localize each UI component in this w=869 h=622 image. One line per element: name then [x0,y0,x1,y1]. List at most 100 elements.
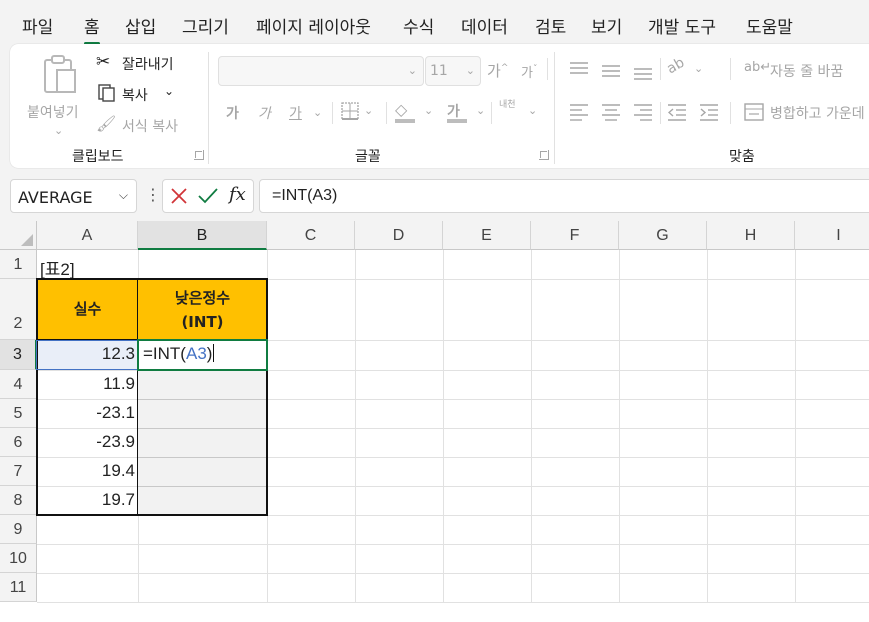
ribbon: 붙여넣기 ⌄ ✂ 잘라내기 복사 ⌄ 🖌 서식 복사 클립보드 ⌄ 11 ⌄ 가… [10,44,869,168]
tab-developer[interactable]: 개발 도구 [648,13,716,38]
align-middle-icon[interactable] [602,63,622,79]
tab-insert[interactable]: 삽입 [125,13,156,38]
chevron-down-icon: ⌄ [528,104,538,117]
align-bottom-icon[interactable] [634,66,654,82]
cell-a5[interactable]: -23.1 [37,403,138,423]
clipboard-launcher-icon[interactable] [194,150,204,160]
chevron-down-icon: ⌄ [465,64,475,77]
column-header-f[interactable]: F [531,221,619,250]
more-options-icon[interactable]: ⋮ [145,185,161,204]
tab-data[interactable]: 데이터 [461,13,508,38]
gridline [138,457,267,458]
select-all-button[interactable] [0,221,37,250]
tab-file[interactable]: 파일 [22,13,53,38]
tab-review[interactable]: 검토 [535,13,566,38]
cell-a8[interactable]: 19.7 [37,490,138,510]
column-header-b[interactable]: B [138,221,267,250]
row-header-11[interactable]: 11 [0,573,37,602]
font-size-value: 11 [430,63,448,79]
font-color-button[interactable]: 가 ⌄ [447,100,487,124]
formula-input[interactable]: =INT(A3) [259,179,869,213]
row-header-9[interactable]: 9 [0,515,37,544]
cell-b2-header[interactable]: 낮은정수 (INT) [138,279,267,340]
italic-button[interactable]: 가 [258,103,271,123]
insert-function-icon[interactable]: fx [229,184,246,205]
column-header-a[interactable]: A [37,221,138,250]
cell-b3-edit-text[interactable]: =INT(A3) [143,344,215,364]
gridline [138,486,267,487]
worksheet-grid[interactable]: A B C D E F G H I 1 2 3 4 5 6 7 8 9 10 1… [0,221,869,622]
row-header-4[interactable]: 4 [0,370,37,399]
name-box[interactable]: AVERAGE ⌵ [10,179,137,213]
gridline [443,250,444,602]
align-top-icon[interactable] [570,61,590,77]
phonetic-button[interactable]: 내천 ⌄ [499,100,539,126]
tab-home[interactable]: 홈 [84,13,100,45]
row-header-3[interactable]: 3 [0,340,37,370]
row-header-2[interactable]: 2 [0,279,37,340]
gridline [531,250,532,602]
merge-center-button[interactable]: 병합하고 가운데 [744,102,869,124]
align-left-icon[interactable] [570,103,590,121]
cell-a1[interactable]: [표2] [40,255,75,280]
cut-label: 잘라내기 [122,57,174,73]
orientation-button[interactable]: ab ⌄ [664,55,707,80]
tab-view[interactable]: 보기 [591,13,622,38]
gridline [37,573,869,574]
format-painter-label: 서식 복사 [122,119,178,135]
cancel-icon[interactable] [170,187,188,205]
enter-checkmark-icon[interactable] [197,187,219,205]
grow-font-button[interactable]: 가^ [487,60,508,81]
decrease-indent-icon[interactable] [668,103,688,121]
chevron-down-icon[interactable]: ⌵ [119,188,128,203]
row-header-6[interactable]: 6 [0,428,37,457]
font-color-glyph: 가 [447,104,460,120]
wrap-text-button[interactable]: ab↵ 자동 줄 바꿈 [744,60,869,82]
gridline [355,250,356,602]
divider [730,58,731,80]
fill-color-swatch [395,119,415,123]
tab-help[interactable]: 도움말 [746,13,793,38]
chevron-down-icon: ⌄ [476,104,486,117]
increase-indent-icon[interactable] [700,103,720,121]
font-name-combo[interactable]: ⌄ [218,56,424,86]
divider [491,102,492,124]
row-header-8[interactable]: 8 [0,486,37,515]
tab-formulas[interactable]: 수식 [403,13,434,38]
tab-page-layout[interactable]: 페이지 레이아웃 [256,13,371,38]
align-right-icon[interactable] [634,103,654,121]
cell-range-b4-b8[interactable] [138,370,267,515]
column-header-h[interactable]: H [707,221,795,250]
fill-color-button[interactable]: ◇ ⌄ [395,100,435,124]
row-header-10[interactable]: 10 [0,544,37,573]
column-header-e[interactable]: E [443,221,531,250]
cut-button[interactable]: ✂ 잘라내기 [96,52,196,74]
border-button[interactable]: ⌄ [341,102,381,122]
tab-draw[interactable]: 그리기 [182,13,229,38]
bold-button[interactable]: 가 [226,103,239,123]
reference-border [36,340,138,370]
format-painter-button[interactable]: 🖌 서식 복사 [96,114,196,136]
chevron-down-icon: ⌄ [694,62,704,75]
cell-a6[interactable]: -23.9 [37,432,138,452]
row-header-5[interactable]: 5 [0,399,37,428]
shrink-font-button[interactable]: 가ˇ [521,62,537,81]
font-size-combo[interactable]: 11 ⌄ [425,56,481,86]
row-header-1[interactable]: 1 [0,250,37,279]
cell-a7[interactable]: 19.4 [37,461,138,481]
column-header-i[interactable]: I [795,221,869,250]
gridline [37,602,869,603]
row-header-7[interactable]: 7 [0,457,37,486]
column-header-d[interactable]: D [355,221,443,250]
column-header-g[interactable]: G [619,221,707,250]
paste-button[interactable]: 붙여넣기 ⌄ [24,52,88,137]
cell-b3-active[interactable]: =INT(A3) [137,339,268,371]
font-color-swatch [447,119,467,123]
align-center-icon[interactable] [602,103,622,121]
column-header-c[interactable]: C [267,221,355,250]
font-launcher-icon[interactable] [539,150,549,160]
cell-a2-header[interactable]: 실수 [37,279,138,340]
cell-a4[interactable]: 11.9 [37,374,138,394]
copy-button[interactable]: 복사 ⌄ [96,83,196,105]
underline-button[interactable]: 가 [289,103,302,123]
